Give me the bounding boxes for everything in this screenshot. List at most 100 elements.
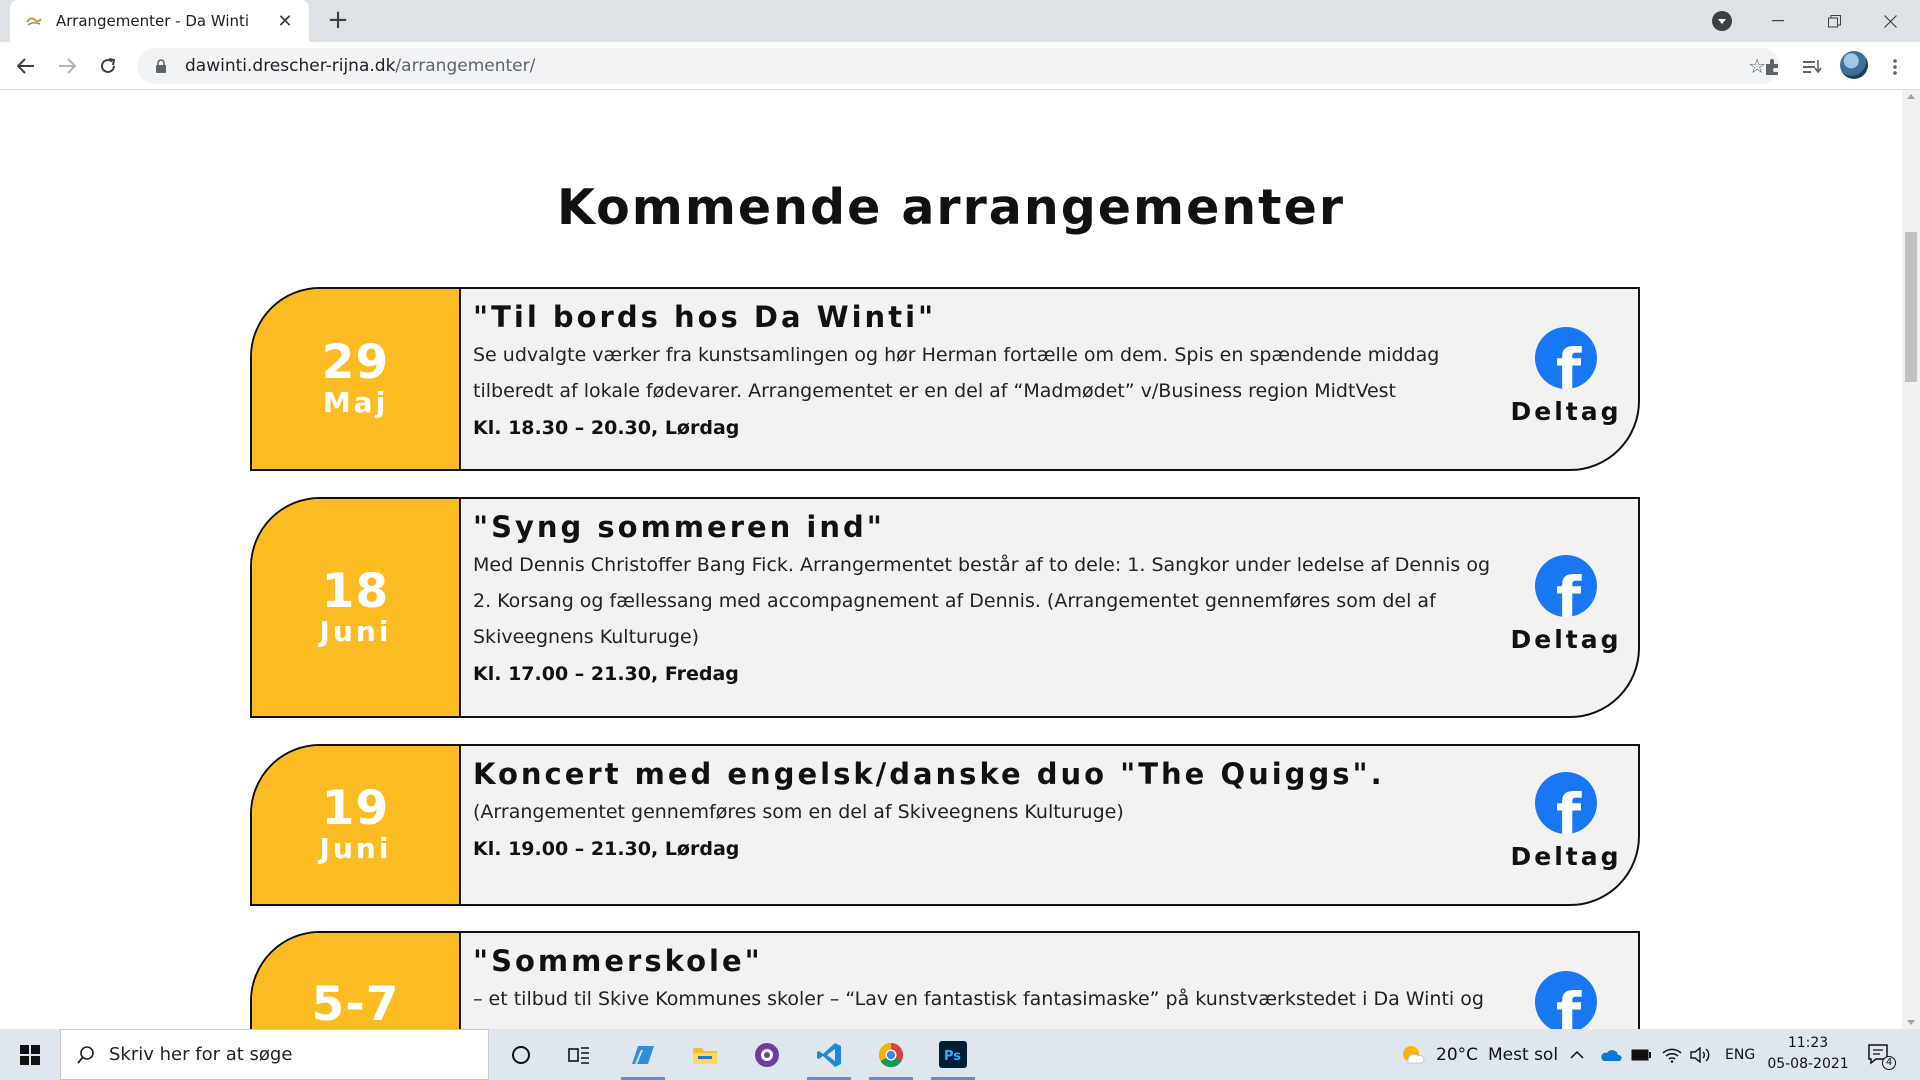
tab-title: Arrangementer - Da Winti <box>56 12 250 30</box>
event-description: Med Dennis Christoffer Bang Fick. Arrang… <box>473 554 1491 648</box>
event-content: Koncert med engelsk/danske duo "The Quig… <box>461 746 1638 904</box>
event-title: "Syng sommeren ind" <box>473 510 885 544</box>
facebook-f-glyph: f <box>1556 336 1582 389</box>
weather-temp: 20°C <box>1436 1044 1479 1065</box>
close-window-button[interactable] <box>1862 0 1918 42</box>
facebook-f-glyph: f <box>1556 564 1582 617</box>
weather-sun-icon <box>1403 1045 1425 1063</box>
weather-widget[interactable]: 20°C Mest sol <box>1400 1029 1558 1080</box>
event-description: (Arrangementet gennemføres som en del af… <box>473 801 1124 823</box>
task-view-button[interactable] <box>491 1029 551 1080</box>
extensions-icon[interactable] <box>1760 55 1784 79</box>
address-bar[interactable]: dawinti.drescher-rijna.dk/arrangementer/… <box>137 48 1780 84</box>
speaker-glyph <box>1690 1046 1710 1063</box>
language-indicator[interactable]: ENG <box>1725 1029 1755 1080</box>
taskbar-app-azure[interactable] <box>613 1029 673 1080</box>
tab-strip: Arrangementer - Da Winti ✕ + <box>0 0 1920 42</box>
event-day: 19 <box>321 781 390 836</box>
forward-arrow-icon <box>59 58 76 74</box>
event-day: 5-7 <box>311 977 400 1029</box>
event-description: Se udvalgte værker fra kunstsamlingen og… <box>473 344 1440 402</box>
deltag-button[interactable]: f Deltag <box>1511 555 1619 654</box>
vscode-icon <box>817 1042 841 1067</box>
event-month: Juni <box>319 832 392 865</box>
event-day: 18 <box>321 563 390 619</box>
facebook-icon: f <box>1535 555 1597 617</box>
taskbar-search[interactable]: Skriv her for at søge <box>60 1029 489 1080</box>
event-time: Kl. 17.00 – 21.30, Fredag <box>473 663 739 685</box>
deltag-label: Deltag <box>1510 625 1622 654</box>
reload-icon <box>101 58 116 73</box>
event-description: – et tilbud til Skive Kommunes skoler – … <box>473 988 1484 1010</box>
tray-overflow-button[interactable] <box>1570 1029 1584 1080</box>
new-tab-button[interactable]: + <box>324 6 352 34</box>
taskbar-app-photoshop[interactable]: Ps <box>923 1029 983 1080</box>
clock-time: 11:23 <box>1787 1035 1829 1051</box>
event-card: 18 Juni "Syng sommeren ind" Med Dennis C… <box>250 497 1640 718</box>
facebook-icon: f <box>1535 971 1597 1029</box>
deltag-button[interactable]: f Deltag <box>1511 772 1619 871</box>
event-content: "Syng sommeren ind" Med Dennis Christoff… <box>461 499 1638 716</box>
event-day: 29 <box>321 335 390 390</box>
forward-button[interactable] <box>51 50 83 82</box>
start-button[interactable] <box>0 1029 60 1080</box>
page-title: Kommende arrangementer <box>556 179 1346 236</box>
minimize-button[interactable] <box>1750 0 1806 42</box>
scroll-up-icon[interactable] <box>1907 94 1915 99</box>
wifi-glyph <box>1662 1048 1682 1063</box>
back-button[interactable] <box>10 50 42 82</box>
lock-icon <box>151 56 171 76</box>
reload-button[interactable] <box>92 50 124 82</box>
notification-center-button[interactable]: 4 <box>1868 1029 1896 1080</box>
restore-button[interactable] <box>1806 0 1862 42</box>
tab-search-button[interactable] <box>1694 0 1750 42</box>
scroll-down-icon[interactable] <box>1907 1020 1915 1025</box>
azure-studio-icon <box>632 1045 654 1064</box>
taskbar-app-github[interactable] <box>737 1029 797 1080</box>
event-card: 19 Juni Koncert med engelsk/danske duo "… <box>250 744 1640 906</box>
deltag-button[interactable]: f <box>1516 971 1616 1029</box>
menu-kebab-icon[interactable] <box>1883 55 1907 79</box>
event-title: "Sommerskole" <box>473 944 763 978</box>
page-scrollbar[interactable] <box>1902 90 1920 1029</box>
scrollbar-thumb[interactable] <box>1905 232 1917 382</box>
event-title: Koncert med engelsk/danske duo "The Quig… <box>473 757 1385 791</box>
notification-count: 4 <box>1882 1056 1896 1070</box>
taskbar-clock[interactable]: 11:23 05-08-2021 <box>1762 1033 1854 1075</box>
facebook-f-glyph: f <box>1556 980 1582 1029</box>
battery-icon[interactable] <box>1631 1029 1651 1080</box>
event-date-box: 29 Maj <box>252 289 461 469</box>
taskbar: Skriv her for at søge Ps 20°C Mest sol E… <box>0 1029 1920 1080</box>
event-card: 5-7 "Sommerskole" – et tilbud til Skive … <box>250 931 1640 1029</box>
cloud-icon <box>1601 1049 1622 1061</box>
onedrive-icon[interactable] <box>1600 1029 1622 1080</box>
event-content: "Sommerskole" – et tilbud til Skive Komm… <box>461 933 1638 1029</box>
event-card: 29 Maj "Til bords hos Da Winti" Se udval… <box>250 287 1640 471</box>
url-text: dawinti.drescher-rijna.dk/arrangementer/ <box>185 56 535 76</box>
deltag-button[interactable]: f Deltag <box>1511 327 1619 426</box>
profile-avatar[interactable] <box>1840 51 1868 79</box>
facebook-icon: f <box>1535 772 1597 834</box>
event-time: Kl. 19.00 – 21.30, Lørdag <box>473 838 740 860</box>
deltag-label: Deltag <box>1510 842 1622 871</box>
url-domain: dawinti.drescher-rijna.dk <box>185 56 396 76</box>
event-date-box: 18 Juni <box>252 499 461 716</box>
tab-search-icon <box>1712 11 1732 31</box>
battery-glyph <box>1631 1049 1651 1060</box>
folder-icon <box>693 1047 717 1064</box>
reading-list-icon[interactable] <box>1800 55 1824 79</box>
clock-date: 05-08-2021 <box>1767 1056 1849 1072</box>
event-title: "Til bords hos Da Winti" <box>473 300 937 334</box>
taskbar-app-vscode[interactable] <box>799 1029 859 1080</box>
task-view-icon[interactable] <box>549 1029 609 1080</box>
event-month: Juni <box>319 614 392 648</box>
windows-logo-icon <box>20 1044 40 1065</box>
browser-tab[interactable]: Arrangementer - Da Winti ✕ <box>10 0 309 42</box>
cortana-circle-icon <box>512 1045 530 1064</box>
taskbar-app-chrome[interactable] <box>861 1029 921 1080</box>
wifi-icon[interactable] <box>1662 1029 1682 1080</box>
volume-icon[interactable] <box>1690 1029 1712 1080</box>
event-time: Kl. 18.30 – 20.30, Lørdag <box>473 417 740 439</box>
tab-close-icon[interactable]: ✕ <box>275 11 295 32</box>
taskbar-app-explorer[interactable] <box>675 1029 735 1080</box>
